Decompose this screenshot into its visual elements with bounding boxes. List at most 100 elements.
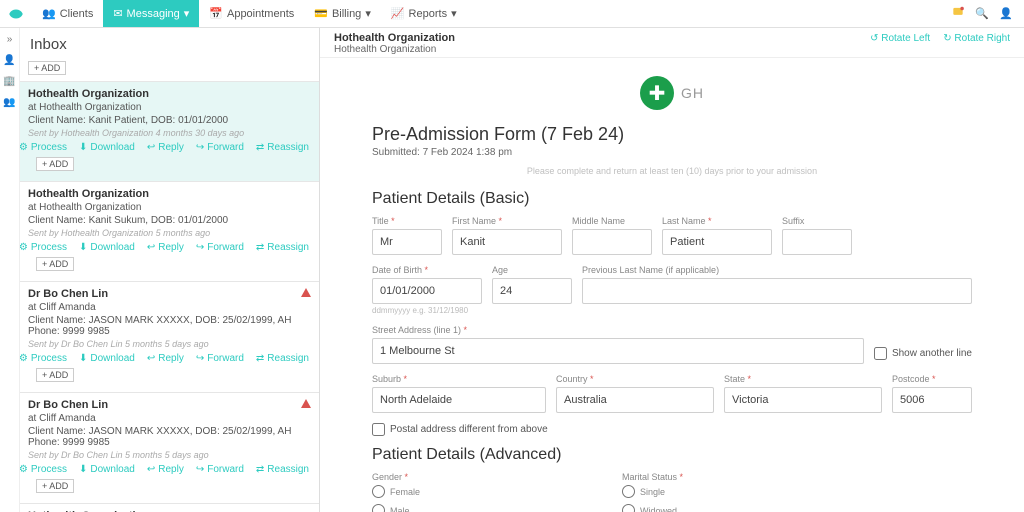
action-reply[interactable]: ↩Reply [147, 353, 184, 364]
message-meta: Sent by Hothealth Organization 4 months … [28, 128, 311, 138]
alert-icon [301, 399, 311, 408]
message-item[interactable]: Hothealth Organization at Hothealth Orga… [20, 503, 319, 512]
message-item[interactable]: Dr Bo Chen Lin at Cliff Amanda Client Na… [20, 392, 319, 503]
action-forward[interactable]: ↪Forward [196, 464, 244, 475]
download-icon: ⬇ [79, 353, 87, 364]
nav-reports[interactable]: 📈Reports▾ [381, 0, 467, 27]
calendar-icon: 📅 [209, 7, 223, 20]
action-reply[interactable]: ↩Reply [147, 464, 184, 475]
inbox-title: Inbox [20, 28, 319, 59]
forward-icon: ↪ [196, 353, 204, 364]
action-download[interactable]: ⬇Download [79, 242, 135, 253]
action-reassign[interactable]: ⇄Reassign [256, 142, 309, 153]
message-add-button[interactable]: + ADD [36, 368, 74, 382]
dob-hint: ddmmyyyy e.g. 31/12/1980 [372, 306, 482, 315]
action-forward[interactable]: ↪Forward [196, 353, 244, 364]
rotate-right-icon: ↻ [943, 33, 951, 44]
section-advanced: Patient Details (Advanced) [372, 446, 972, 464]
form-title: Pre-Admission Form (7 Feb 24) [372, 124, 972, 145]
input-dob[interactable] [372, 278, 482, 304]
gear-icon: ⚙ [20, 142, 28, 153]
rail-user-icon[interactable]: 👤 [3, 55, 15, 66]
input-first-name[interactable] [452, 229, 562, 255]
detail-org-title: Hothealth Organization [334, 32, 455, 44]
radio-gender-female[interactable]: Female [372, 485, 612, 498]
message-add-button[interactable]: + ADD [36, 157, 74, 171]
action-reply[interactable]: ↩Reply [147, 142, 184, 153]
brand-text: GH [681, 85, 704, 101]
input-state[interactable] [724, 387, 882, 413]
input-postcode[interactable] [892, 387, 972, 413]
action-reassign[interactable]: ⇄Reassign [256, 353, 309, 364]
radio-gender-male[interactable]: Male [372, 504, 612, 512]
forward-icon: ↪ [196, 142, 204, 153]
label-gender: Gender [372, 472, 612, 482]
action-process[interactable]: ⚙Process [20, 464, 67, 475]
nav-appointments[interactable]: 📅Appointments [199, 0, 304, 27]
input-prev-last[interactable] [582, 278, 972, 304]
input-suburb[interactable] [372, 387, 546, 413]
user-icon[interactable]: 👤 [994, 7, 1018, 20]
nav-messaging[interactable]: ✉Messaging▾ [103, 0, 199, 27]
download-icon: ⬇ [79, 464, 87, 475]
nav-clients[interactable]: 👥Clients [32, 0, 103, 27]
card-icon: 💳 [314, 7, 328, 20]
gender-radio-group: Female Male Other Unspecified [372, 485, 612, 512]
action-download[interactable]: ⬇Download [79, 464, 135, 475]
input-age[interactable] [492, 278, 572, 304]
rail-expand-icon[interactable]: » [7, 34, 13, 45]
input-addr1[interactable] [372, 338, 864, 364]
action-reassign[interactable]: ⇄Reassign [256, 242, 309, 253]
chevron-down-icon: ▾ [184, 7, 190, 20]
message-location: at Hothealth Organization [28, 102, 311, 113]
action-forward[interactable]: ↪Forward [196, 142, 244, 153]
share-icon: ⇄ [256, 464, 264, 475]
message-client: Client Name: Kanit Patient, DOB: 01/01/2… [28, 115, 311, 126]
top-nav: + 👥Clients ✉Messaging▾ 📅Appointments 💳Bi… [0, 0, 1024, 28]
radio-marital-widowed[interactable]: Widowed [622, 504, 862, 512]
input-country[interactable] [556, 387, 714, 413]
label-show-another: Show another line [892, 348, 972, 359]
message-item[interactable]: Hothealth Organization at Hothealth Orga… [20, 181, 319, 281]
action-reassign[interactable]: ⇄Reassign [256, 464, 309, 475]
message-item[interactable]: Dr Bo Chen Lin at Cliff Amanda Client Na… [20, 281, 319, 392]
action-process[interactable]: ⚙Process [20, 353, 67, 364]
label-middle-name: Middle Name [572, 216, 652, 226]
input-suffix[interactable] [782, 229, 852, 255]
action-download[interactable]: ⬇Download [79, 142, 135, 153]
label-postcode: Postcode [892, 374, 972, 384]
inbox-add-button-top[interactable]: + ADD [28, 61, 66, 75]
action-forward[interactable]: ↪Forward [196, 242, 244, 253]
rail-people-icon[interactable]: 👥 [3, 97, 15, 108]
chevron-down-icon: ▾ [365, 7, 371, 20]
notification-icon[interactable] [946, 5, 970, 22]
action-process[interactable]: ⚙Process [20, 142, 67, 153]
radio-marital-single[interactable]: Single [622, 485, 862, 498]
checkbox-show-another-line[interactable] [874, 347, 887, 360]
label-addr1: Street Address (line 1) [372, 325, 864, 335]
message-add-button[interactable]: + ADD [36, 257, 74, 271]
section-basic: Patient Details (Basic) [372, 190, 972, 208]
message-add-button[interactable]: + ADD [36, 479, 74, 493]
action-process[interactable]: ⚙Process [20, 242, 67, 253]
action-reply[interactable]: ↩Reply [147, 242, 184, 253]
chart-icon: 📈 [391, 7, 405, 20]
rotate-left-button[interactable]: ↺ Rotate Left [870, 33, 930, 44]
label-suffix: Suffix [782, 216, 852, 226]
detail-org-sub: Hothealth Organization [334, 44, 455, 55]
forward-icon: ↪ [196, 464, 204, 475]
reply-icon: ↩ [147, 464, 155, 475]
search-icon[interactable]: 🔍 [970, 7, 994, 20]
chevron-down-icon: ▾ [451, 7, 457, 20]
rotate-left-icon: ↺ [870, 33, 878, 44]
input-middle-name[interactable] [572, 229, 652, 255]
action-download[interactable]: ⬇Download [79, 353, 135, 364]
message-item[interactable]: Hothealth Organization at Hothealth Orga… [20, 81, 319, 181]
input-last-name[interactable] [662, 229, 772, 255]
nav-billing[interactable]: 💳Billing▾ [304, 0, 381, 27]
input-title[interactable] [372, 229, 442, 255]
gear-icon: ⚙ [20, 464, 28, 475]
rotate-right-button[interactable]: ↻ Rotate Right [943, 33, 1010, 44]
checkbox-postal-diff[interactable] [372, 423, 385, 436]
rail-building-icon[interactable]: 🏢 [3, 76, 15, 87]
